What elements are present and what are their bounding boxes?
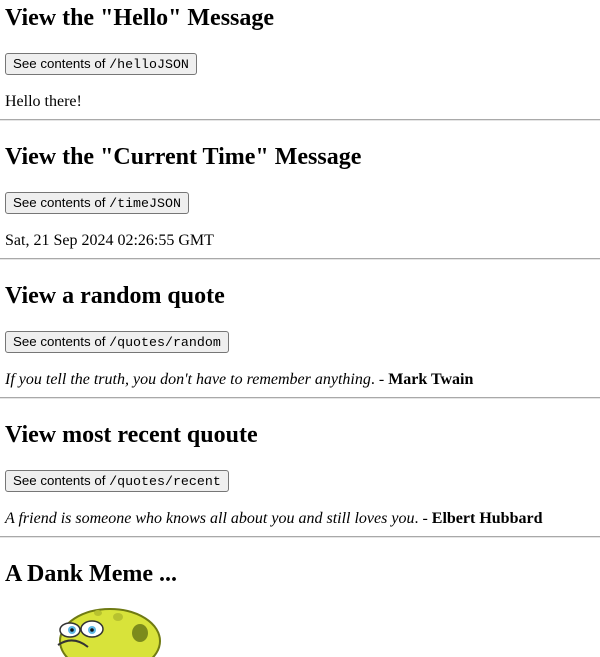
random-quote-text: If you tell the truth, you don't have to… (5, 371, 371, 388)
divider (0, 258, 600, 260)
random-quote-separator: . - (370, 371, 389, 388)
hello-button-path: /helloJSON (109, 57, 189, 72)
recent-quote-separator: . - (414, 510, 432, 527)
recent-quote-output: A friend is someone who knows all about … (5, 509, 542, 529)
hello-button-label: See contents of (13, 56, 110, 71)
recent-quote-button-path: /quotes/recent (109, 474, 221, 489)
divider (0, 397, 600, 399)
hello-button[interactable]: See contents of /helloJSON (5, 53, 197, 75)
recent-quote-button[interactable]: See contents of /quotes/recent (5, 470, 229, 492)
hello-output: Hello there! (5, 93, 82, 110)
random-quote-button-label: See contents of (13, 334, 110, 349)
time-heading: View the "Current Time" Message (5, 144, 362, 170)
random-quote-heading: View a random quote (5, 283, 225, 309)
random-quote-author: Mark Twain (388, 371, 474, 388)
recent-quote-button-label: See contents of (13, 473, 110, 488)
random-quote-output: If you tell the truth, you don't have to… (5, 370, 473, 390)
time-button-path: /timeJSON (109, 196, 181, 211)
recent-quote-heading: View most recent quoute (5, 422, 258, 448)
divider (0, 119, 600, 121)
time-output: Sat, 21 Sep 2024 02:26:55 GMT (5, 232, 214, 249)
time-button-label: See contents of (13, 195, 110, 210)
random-quote-button-path: /quotes/random (109, 335, 221, 350)
time-button[interactable]: See contents of /timeJSON (5, 192, 189, 214)
spongebob-meme-image (48, 607, 168, 657)
meme-heading: A Dank Meme ... (5, 561, 177, 587)
hello-heading: View the "Hello" Message (5, 5, 275, 31)
divider (0, 536, 600, 538)
recent-quote-author: Elbert Hubbard (431, 510, 543, 527)
random-quote-button[interactable]: See contents of /quotes/random (5, 331, 229, 353)
recent-quote-text: A friend is someone who knows all about … (5, 510, 415, 527)
